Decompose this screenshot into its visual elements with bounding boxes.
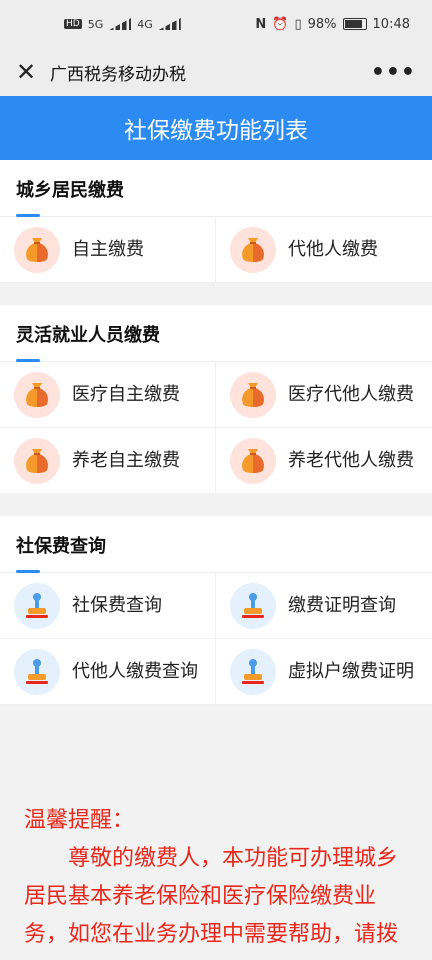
function-item[interactable]: 代他人缴费查询 [0,639,216,705]
function-grid: 社保费查询 缴费证明查询代他人缴费查询 虚拟户缴费证明 [0,572,432,705]
function-item-label: 自主缴费 [72,238,144,260]
hd-icon: HD [64,19,82,29]
close-icon[interactable]: ✕ [16,58,38,86]
section-header: 城乡居民缴费 [0,160,432,217]
section-1: 灵活就业人员缴费医疗自主缴费 医疗代他人缴费养老自主缴费 养老代他人缴费 [0,305,432,494]
status-bar: HD 5G 4G N ⏰ ▯ 98% 10:48 [0,0,432,48]
function-item-label: 虚拟户缴费证明 [288,660,414,682]
function-item-label: 养老代他人缴费 [288,449,414,471]
money-bag-icon [14,226,60,273]
alarm-icon: ⏰ [272,16,289,32]
function-item[interactable]: 医疗自主缴费 [0,362,216,428]
section-title: 社保费查询 [16,536,106,557]
function-item[interactable]: 虚拟户缴费证明 [216,639,432,705]
function-sections: 城乡居民缴费自主缴费 代他人缴费灵活就业人员缴费医疗自主缴费 医疗代他人缴费养老自主… [0,160,432,705]
vibrate-icon: ▯ [294,16,302,32]
function-item[interactable]: 医疗代他人缴费 [216,362,432,428]
section-0: 城乡居民缴费自主缴费 代他人缴费 [0,160,432,283]
function-item-label: 缴费证明查询 [288,594,396,616]
battery-icon [342,18,367,30]
reminder-body: 尊敬的缴费人，本功能可办理城乡居民基本养老保险和医疗保险缴费业务，如您在业务办理… [24,846,399,947]
network-5g-label: 5G [87,17,104,31]
money-bag-icon [230,371,276,418]
network-4g-label: 4G [137,17,153,31]
battery-percent: 98% [307,16,337,32]
reminder-title: 温馨提醒： [24,808,135,833]
section-2: 社保费查询 社保费查询 缴费证明查询 代他人缴费查询 虚拟户缴费证明 [0,516,432,705]
function-item[interactable]: 养老自主缴费 [0,428,216,494]
function-item[interactable]: 自主缴费 [0,217,216,283]
stamp-icon [230,648,276,695]
clock: 10:48 [372,16,410,32]
function-item[interactable]: 社保费查询 [0,573,216,639]
section-underline [16,214,40,217]
money-bag-icon [230,437,276,484]
function-item-label: 养老自主缴费 [72,449,180,471]
section-header: 灵活就业人员缴费 [0,305,432,362]
signal-icon [109,18,132,30]
nav-bar: ✕ 广西税务移动办税 ••• [0,48,432,96]
network-indicators: HD 5G 4G [64,18,181,31]
function-item-label: 社保费查询 [72,594,162,616]
function-item[interactable]: 缴费证明查询 [216,573,432,639]
section-header: 社保费查询 [0,516,432,573]
section-title: 灵活就业人员缴费 [16,325,160,346]
function-item-label: 医疗代他人缴费 [288,383,414,405]
more-options-icon[interactable]: ••• [371,60,416,85]
function-item-label: 代他人缴费查询 [72,660,198,682]
function-grid: 医疗自主缴费 医疗代他人缴费养老自主缴费 养老代他人缴费 [0,361,432,494]
function-item[interactable]: 代他人缴费 [216,217,432,283]
nfc-icon: N [255,16,267,32]
section-underline [16,570,40,573]
stamp-icon [14,582,60,629]
reminder-panel: 温馨提醒： 尊敬的缴费人，本功能可办理城乡居民基本养老保险和医疗保险缴费业务，如… [0,780,432,960]
money-bag-icon [14,437,60,484]
function-item[interactable]: 养老代他人缴费 [216,428,432,494]
function-item-label: 医疗自主缴费 [72,383,180,405]
stamp-icon [230,582,276,629]
section-underline [16,359,40,362]
function-item-label: 代他人缴费 [288,238,378,260]
money-bag-icon [14,371,60,418]
page-banner: 社保缴费功能列表 [0,96,432,160]
function-grid: 自主缴费 代他人缴费 [0,216,432,283]
system-indicators: N ⏰ ▯ 98% 10:48 [255,17,410,32]
page-title: 社保缴费功能列表 [124,118,308,144]
section-title: 城乡居民缴费 [16,180,124,201]
nav-title: 广西税务移动办税 [50,64,186,85]
stamp-icon [14,648,60,695]
money-bag-icon [230,226,276,273]
signal-icon [158,18,181,30]
